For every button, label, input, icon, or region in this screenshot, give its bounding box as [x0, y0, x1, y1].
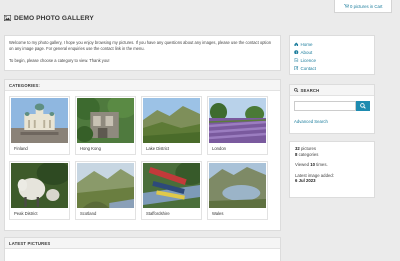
category-label: Finland: [14, 146, 28, 151]
category-lake-district[interactable]: Lake District: [141, 96, 202, 155]
search-input[interactable]: [294, 101, 356, 111]
advanced-search-link[interactable]: Advanced Search: [294, 119, 370, 124]
category-peak-district[interactable]: Peak District: [9, 161, 70, 220]
welcome-text: Welcome to my photo gallery, I hope you …: [9, 40, 271, 51]
category-image[interactable]: [77, 98, 134, 143]
category-finland[interactable]: Finland: [9, 96, 70, 155]
search-heading: SEARCH: [290, 85, 374, 96]
nav-item-label: Home: [300, 41, 313, 47]
category-image[interactable]: [209, 163, 266, 208]
search-icon: [360, 103, 366, 109]
category-london[interactable]: London: [207, 96, 268, 155]
cart-label: 0 pictures in Cart: [350, 3, 383, 9]
nav-item-label: About: [300, 49, 313, 55]
category-scotland[interactable]: Scotland: [75, 161, 136, 220]
category-image[interactable]: [143, 98, 200, 143]
info-icon: [294, 49, 299, 55]
category-label: London: [212, 146, 226, 151]
welcome-panel: Welcome to my photo gallery, I hope you …: [4, 35, 281, 71]
gallery-icon: [4, 15, 11, 21]
search-panel: SEARCH Advanced Search: [289, 84, 375, 134]
gallery-stats: 32 pictures 8 categories Viewed 10 times…: [289, 141, 375, 198]
category-label: Staffordshire: [146, 211, 170, 216]
category-image[interactable]: [11, 163, 68, 208]
search-heading-label: SEARCH: [300, 87, 320, 93]
document-icon: [294, 57, 299, 63]
nav-item-about[interactable]: About: [294, 48, 370, 56]
search-button[interactable]: [356, 101, 370, 111]
category-image[interactable]: [143, 163, 200, 208]
page-title: DEMO PHOTO GALLERY: [14, 14, 94, 22]
nav-item-label: Licence: [300, 57, 317, 63]
site-header: DEMO PHOTO GALLERY: [4, 13, 94, 23]
category-label: Lake District: [146, 146, 170, 151]
nav-menu: Home About Licence Contact: [289, 35, 375, 75]
category-label: Peak District: [14, 211, 38, 216]
nav-item-home[interactable]: Home: [294, 40, 370, 48]
category-wales[interactable]: Wales: [207, 161, 268, 220]
category-image[interactable]: [11, 98, 68, 143]
cart-button[interactable]: 0 pictures in Cart: [334, 0, 392, 13]
category-image[interactable]: [209, 98, 266, 143]
latest-pictures-panel: LATEST PICTURES: [4, 237, 281, 261]
categories-heading: CATEGORIES:: [5, 80, 280, 91]
categories-panel: CATEGORIES: Finland Hong Kong Lake Distr…: [4, 79, 281, 231]
category-hong-kong[interactable]: Hong Kong: [75, 96, 136, 155]
stat-latest-date: 6 Jul 2023: [295, 178, 316, 184]
category-staffordshire[interactable]: Staffordshire: [141, 161, 202, 220]
category-label: Hong Kong: [80, 146, 101, 151]
edit-icon: [294, 66, 299, 71]
category-image[interactable]: [77, 163, 134, 208]
search-icon: [294, 87, 299, 93]
category-label: Wales: [212, 211, 224, 216]
nav-item-contact[interactable]: Contact: [294, 64, 370, 72]
latest-pictures-heading: LATEST PICTURES: [5, 238, 280, 249]
nav-item-licence[interactable]: Licence: [294, 56, 370, 64]
welcome-instructions: To begin, please choose a category to vi…: [9, 58, 110, 63]
home-icon: [294, 42, 299, 46]
category-label: Scotland: [80, 211, 97, 216]
cart-icon: [343, 4, 349, 8]
nav-item-label: Contact: [300, 65, 317, 71]
